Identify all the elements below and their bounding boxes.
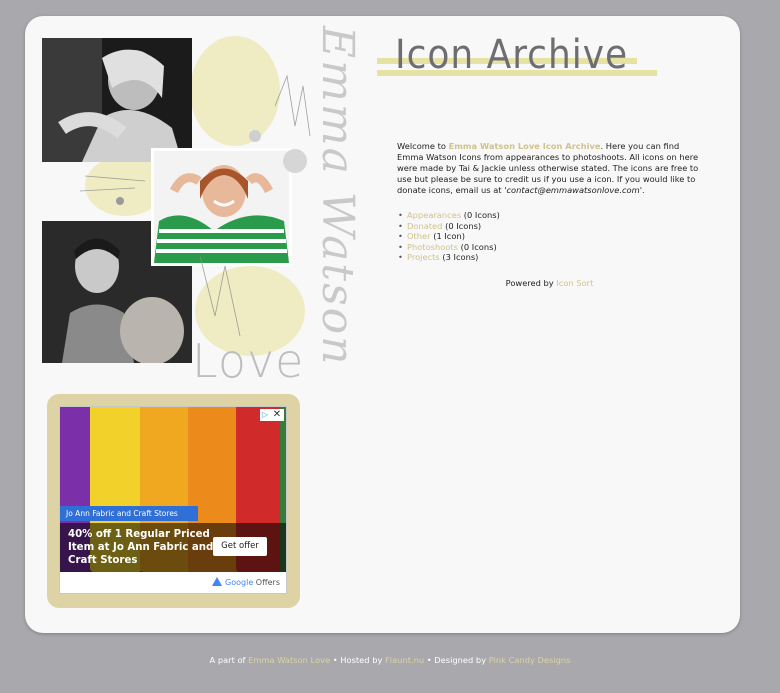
footer-designer-link[interactable]: Pink Candy Designs	[489, 655, 571, 665]
ad-choices-icon[interactable]: ▷	[260, 409, 270, 421]
category-link-other[interactable]: Other	[407, 231, 431, 241]
google-offers-icon	[212, 577, 223, 586]
archive-link[interactable]: Emma Watson Love Icon Archive	[449, 141, 601, 151]
close-icon[interactable]: ✕	[270, 409, 284, 421]
powered-prefix: Powered by	[505, 277, 557, 288]
footer-part-of: A part of	[209, 655, 249, 665]
category-count: (0 Icons)	[445, 220, 482, 231]
intro-paragraph: Welcome to Emma Watson Love Icon Archive…	[397, 141, 699, 195]
get-offer-button[interactable]: Get offer	[213, 537, 267, 556]
advertisement[interactable]: ▷ ✕ Jo Ann Fabric and Craft Stores 40% o…	[59, 406, 287, 594]
google-offers-logo: Google Offers	[212, 577, 280, 587]
main-card: Emma Watson Love Icon Archive Welcome to…	[25, 16, 740, 633]
love-word: Love	[192, 334, 305, 388]
google-word: Google	[225, 578, 254, 587]
footer-site-link[interactable]: Emma Watson Love	[248, 655, 330, 665]
list-item: Appearances (0 Icons)	[398, 210, 702, 221]
category-link-projects[interactable]: Projects	[407, 252, 440, 262]
list-item: Other (1 Icon)	[398, 231, 702, 242]
category-link-photoshoots[interactable]: Photoshoots	[407, 242, 458, 252]
category-link-donated[interactable]: Donated	[407, 221, 442, 231]
footer-designed-sep: • Designed by	[424, 655, 489, 665]
category-count: (0 Icons)	[463, 210, 500, 220]
ad-frame: ▷ ✕ Jo Ann Fabric and Craft Stores 40% o…	[47, 394, 300, 608]
intro-suffix: .	[642, 185, 645, 195]
list-item: Projects (3 Icons)	[398, 252, 702, 263]
ad-footer: Google Offers	[60, 572, 286, 593]
category-count: (1 Icon)	[433, 231, 465, 241]
icon-sort-link[interactable]: Icon Sort	[556, 278, 593, 288]
category-count: (0 Icons)	[460, 241, 497, 252]
intro-welcome: Welcome to	[397, 141, 449, 151]
footer-hosted-sep: • Hosted by	[330, 655, 386, 665]
site-header: Icon Archive	[377, 28, 677, 88]
list-item: Photoshoots (0 Icons)	[398, 241, 702, 253]
category-list: Appearances (0 Icons) Donated (0 Icons) …	[397, 210, 702, 263]
page-footer: A part of Emma Watson Love • Hosted by F…	[0, 655, 780, 665]
header-collage: Emma Watson Love	[25, 16, 365, 388]
footer-host-link[interactable]: Flaunt.nu	[385, 655, 424, 665]
ad-headline[interactable]: 40% off 1 Regular Priced Item at Jo Ann …	[68, 528, 218, 567]
category-count: (3 Icons)	[442, 252, 479, 262]
powered-by: Powered by Icon Sort	[397, 278, 702, 289]
category-link-appearances[interactable]: Appearances	[407, 210, 461, 220]
main-content: Welcome to Emma Watson Love Icon Archive…	[397, 141, 702, 289]
ad-advertiser-tag[interactable]: Jo Ann Fabric and Craft Stores	[60, 506, 198, 521]
page-title: Icon Archive	[395, 32, 629, 78]
list-item: Donated (0 Icons)	[398, 220, 702, 232]
offers-word: Offers	[253, 578, 280, 587]
vertical-emma-watson: Emma Watson	[312, 26, 363, 367]
contact-email: contact@emmawatsonlove.com	[506, 185, 640, 195]
